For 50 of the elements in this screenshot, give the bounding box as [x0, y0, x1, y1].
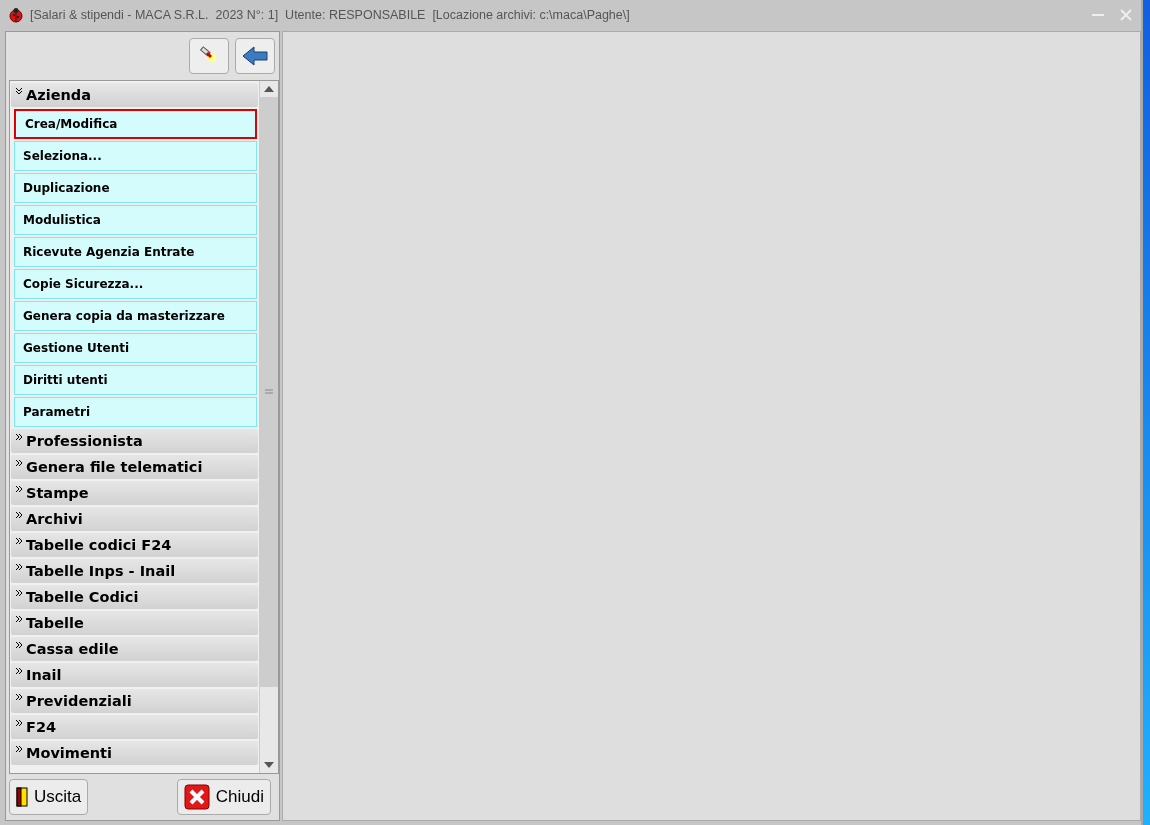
menu-group-header[interactable]: Professionista — [11, 429, 258, 453]
flashlight-button[interactable] — [189, 38, 229, 74]
menu-group-header[interactable]: Previdenziali — [11, 689, 258, 713]
chevron-right-icon — [15, 719, 23, 727]
menu-item[interactable]: Parametri — [14, 397, 257, 427]
window-title: [Salari & stipendi - MACA S.R.L. 2023 N°: 1] Utente: RESPONSABILE [Locazione archivi: c:\maca\Paghe\] — [30, 8, 630, 22]
menu-item[interactable]: Genera copia da masterizzare — [14, 301, 257, 331]
menu-group-header[interactable]: Stampe — [11, 481, 258, 505]
chevron-right-icon — [15, 511, 23, 519]
chevron-right-icon — [15, 485, 23, 493]
menu-item[interactable]: Ricevute Agenzia Entrate — [14, 237, 257, 267]
menu-group-header[interactable]: Archivi — [11, 507, 258, 531]
menu-item[interactable]: Copie Sicurezza... — [14, 269, 257, 299]
menu-group-header[interactable]: Tabelle Codici — [11, 585, 258, 609]
close-icon — [183, 784, 210, 810]
menu-group-header[interactable]: Tabelle — [11, 611, 258, 635]
left-arrow-icon — [241, 45, 269, 67]
menu-item[interactable]: Seleziona... — [14, 141, 257, 171]
menu-item[interactable]: Duplicazione — [14, 173, 257, 203]
menu-item[interactable]: Modulistica — [14, 205, 257, 235]
chevron-right-icon — [15, 433, 23, 441]
menu-item[interactable]: Crea/Modifica — [14, 109, 257, 139]
menu-group-header[interactable]: Inail — [11, 663, 258, 687]
chevron-right-icon — [15, 615, 23, 623]
scroll-down-icon[interactable] — [264, 762, 274, 768]
menu-item[interactable]: Gestione Utenti — [14, 333, 257, 363]
menu-group-header[interactable]: Movimenti — [11, 741, 258, 765]
scrollbar[interactable] — [259, 81, 278, 773]
menu-group-header[interactable]: Tabelle codici F24 — [11, 533, 258, 557]
chevron-right-icon — [15, 641, 23, 649]
menu-item[interactable]: Diritti utenti — [14, 365, 257, 395]
chevron-right-icon — [15, 537, 23, 545]
ladybug-icon — [8, 7, 24, 23]
back-button[interactable] — [235, 38, 275, 74]
chevron-down-icon — [15, 87, 23, 95]
chevron-right-icon — [15, 693, 23, 701]
chevron-right-icon — [15, 589, 23, 597]
chevron-right-icon — [15, 563, 23, 571]
exit-button[interactable]: Uscita — [9, 779, 89, 815]
menu-group-header[interactable]: F24 — [11, 715, 258, 739]
menu-group-header[interactable]: Tabelle Inps - Inail — [11, 559, 258, 583]
close-button[interactable]: Chiudi — [176, 779, 271, 815]
chevron-right-icon — [15, 745, 23, 753]
door-icon — [16, 787, 28, 807]
menu-group-header[interactable]: Genera file telematici — [11, 455, 258, 479]
scroll-up-icon[interactable] — [264, 86, 274, 92]
chevron-right-icon — [15, 667, 23, 675]
chevron-right-icon — [15, 459, 23, 467]
menu-group-header[interactable]: Azienda — [11, 83, 258, 107]
menu-group-header[interactable]: Cassa edile — [11, 637, 258, 661]
